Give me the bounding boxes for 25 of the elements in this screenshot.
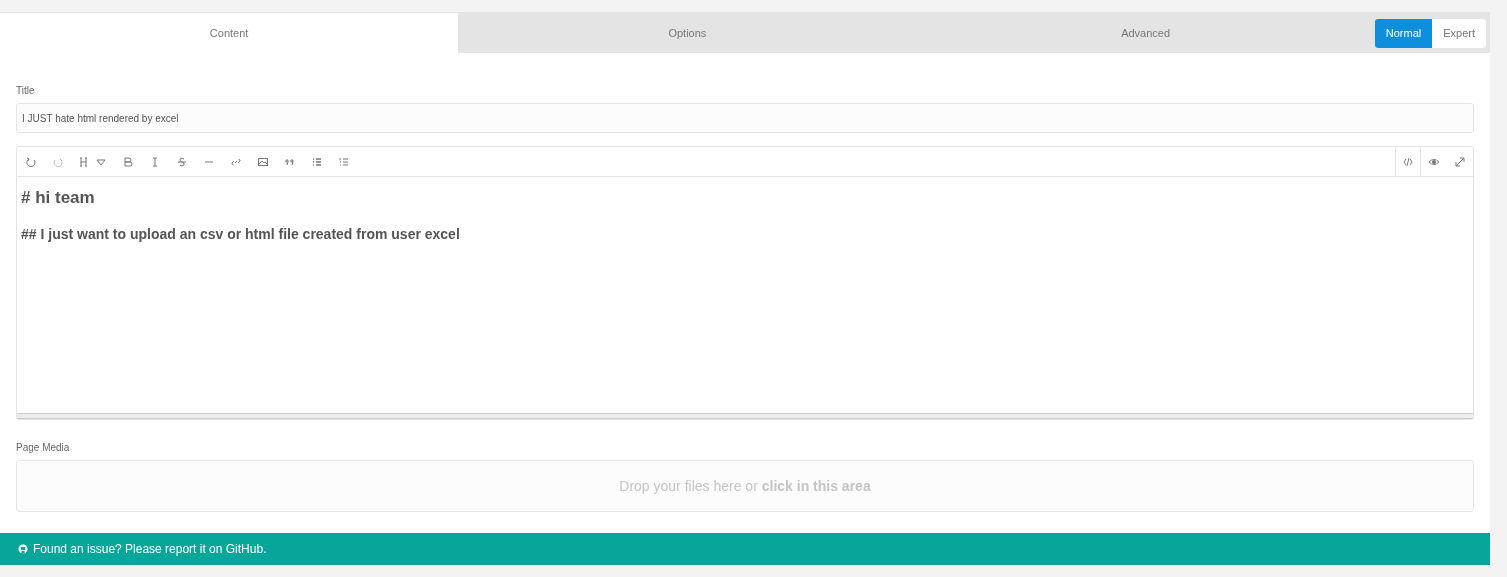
strikethrough-icon[interactable]	[177, 156, 187, 167]
tab[interactable]: Advanced	[916, 13, 1375, 53]
title-field[interactable]: I JUST hate html rendered by excel	[16, 103, 1474, 133]
field-label: Page Media	[16, 442, 71, 453]
github-icon	[18, 544, 28, 555]
code-icon[interactable]	[1395, 147, 1421, 176]
numbered-list-icon[interactable]	[339, 156, 349, 167]
quote-icon[interactable]	[285, 156, 295, 167]
heading-icon[interactable]	[80, 156, 106, 167]
italic-icon[interactable]	[150, 156, 160, 167]
editor-line: ## I just want to upload an csv or html file created from user excel	[21, 226, 461, 242]
footer-text[interactable]: Found an issue? Please report it on GitHub.	[33, 542, 267, 557]
tab[interactable]: Options	[458, 13, 917, 53]
undo-icon[interactable]	[26, 156, 36, 167]
bulleted-list-icon[interactable]	[312, 156, 322, 167]
image-icon[interactable]	[258, 156, 268, 167]
tab[interactable]: Content	[0, 13, 459, 53]
mode-button[interactable]: Normal	[1374, 18, 1433, 48]
mode-button[interactable]: Expert	[1432, 18, 1486, 48]
redo-icon[interactable]	[53, 156, 63, 167]
link-icon[interactable]	[231, 156, 241, 167]
bold-icon[interactable]	[123, 156, 133, 167]
field-label: Title	[16, 85, 36, 96]
editor-line: # hi team	[21, 188, 96, 208]
markdown-editor[interactable]: # hi team ## I just want to upload an csv or html file created from user excel	[16, 146, 1474, 420]
